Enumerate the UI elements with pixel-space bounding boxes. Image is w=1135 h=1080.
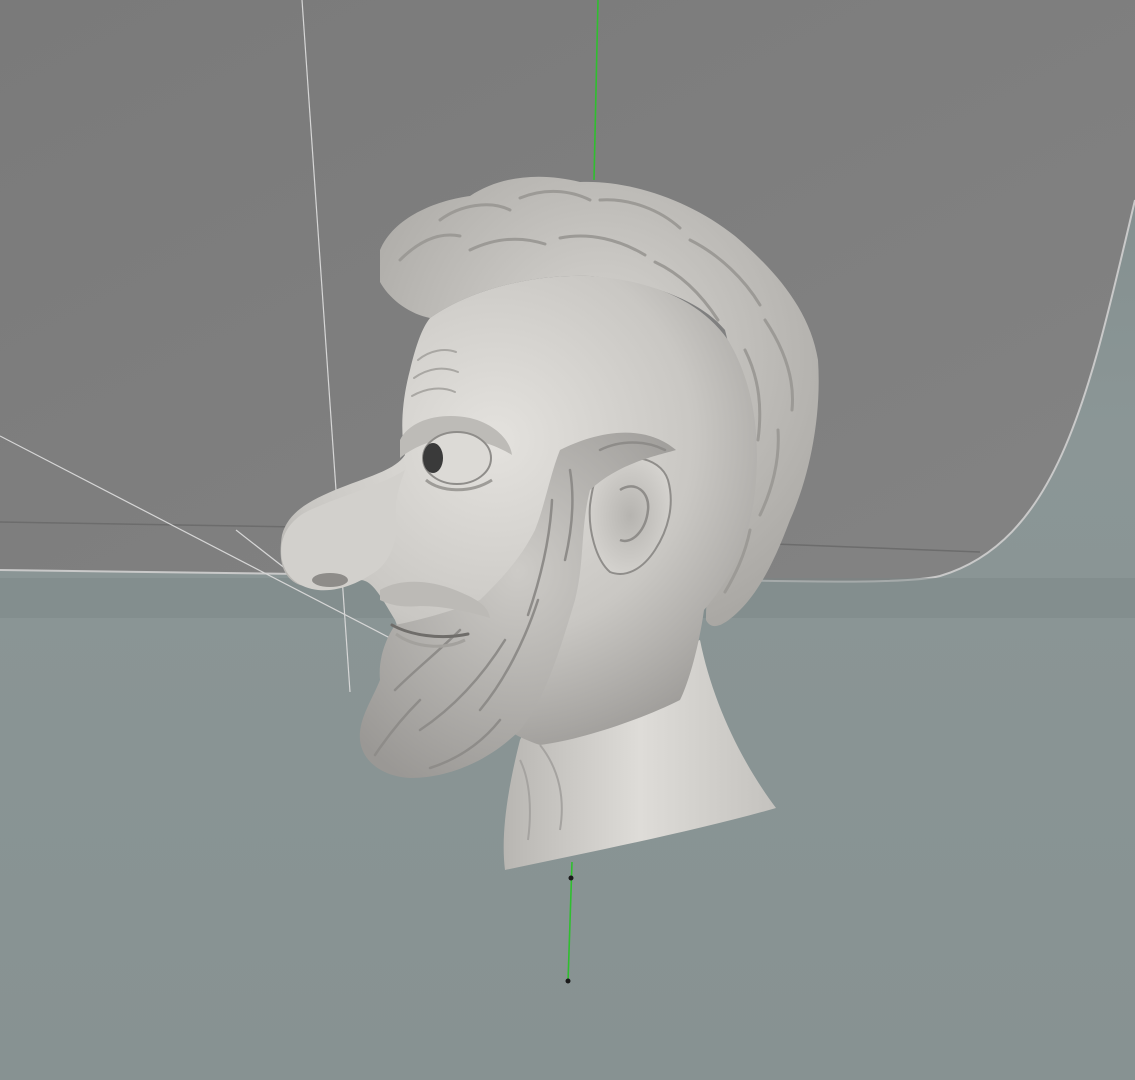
axis-pivot-top[interactable] [568,875,574,881]
viewport-canvas[interactable] [0,0,1135,1080]
pupil [423,443,443,473]
nostril [312,573,348,587]
axis-pivot-bottom[interactable] [565,978,571,984]
3d-viewport[interactable] [0,0,1135,1080]
